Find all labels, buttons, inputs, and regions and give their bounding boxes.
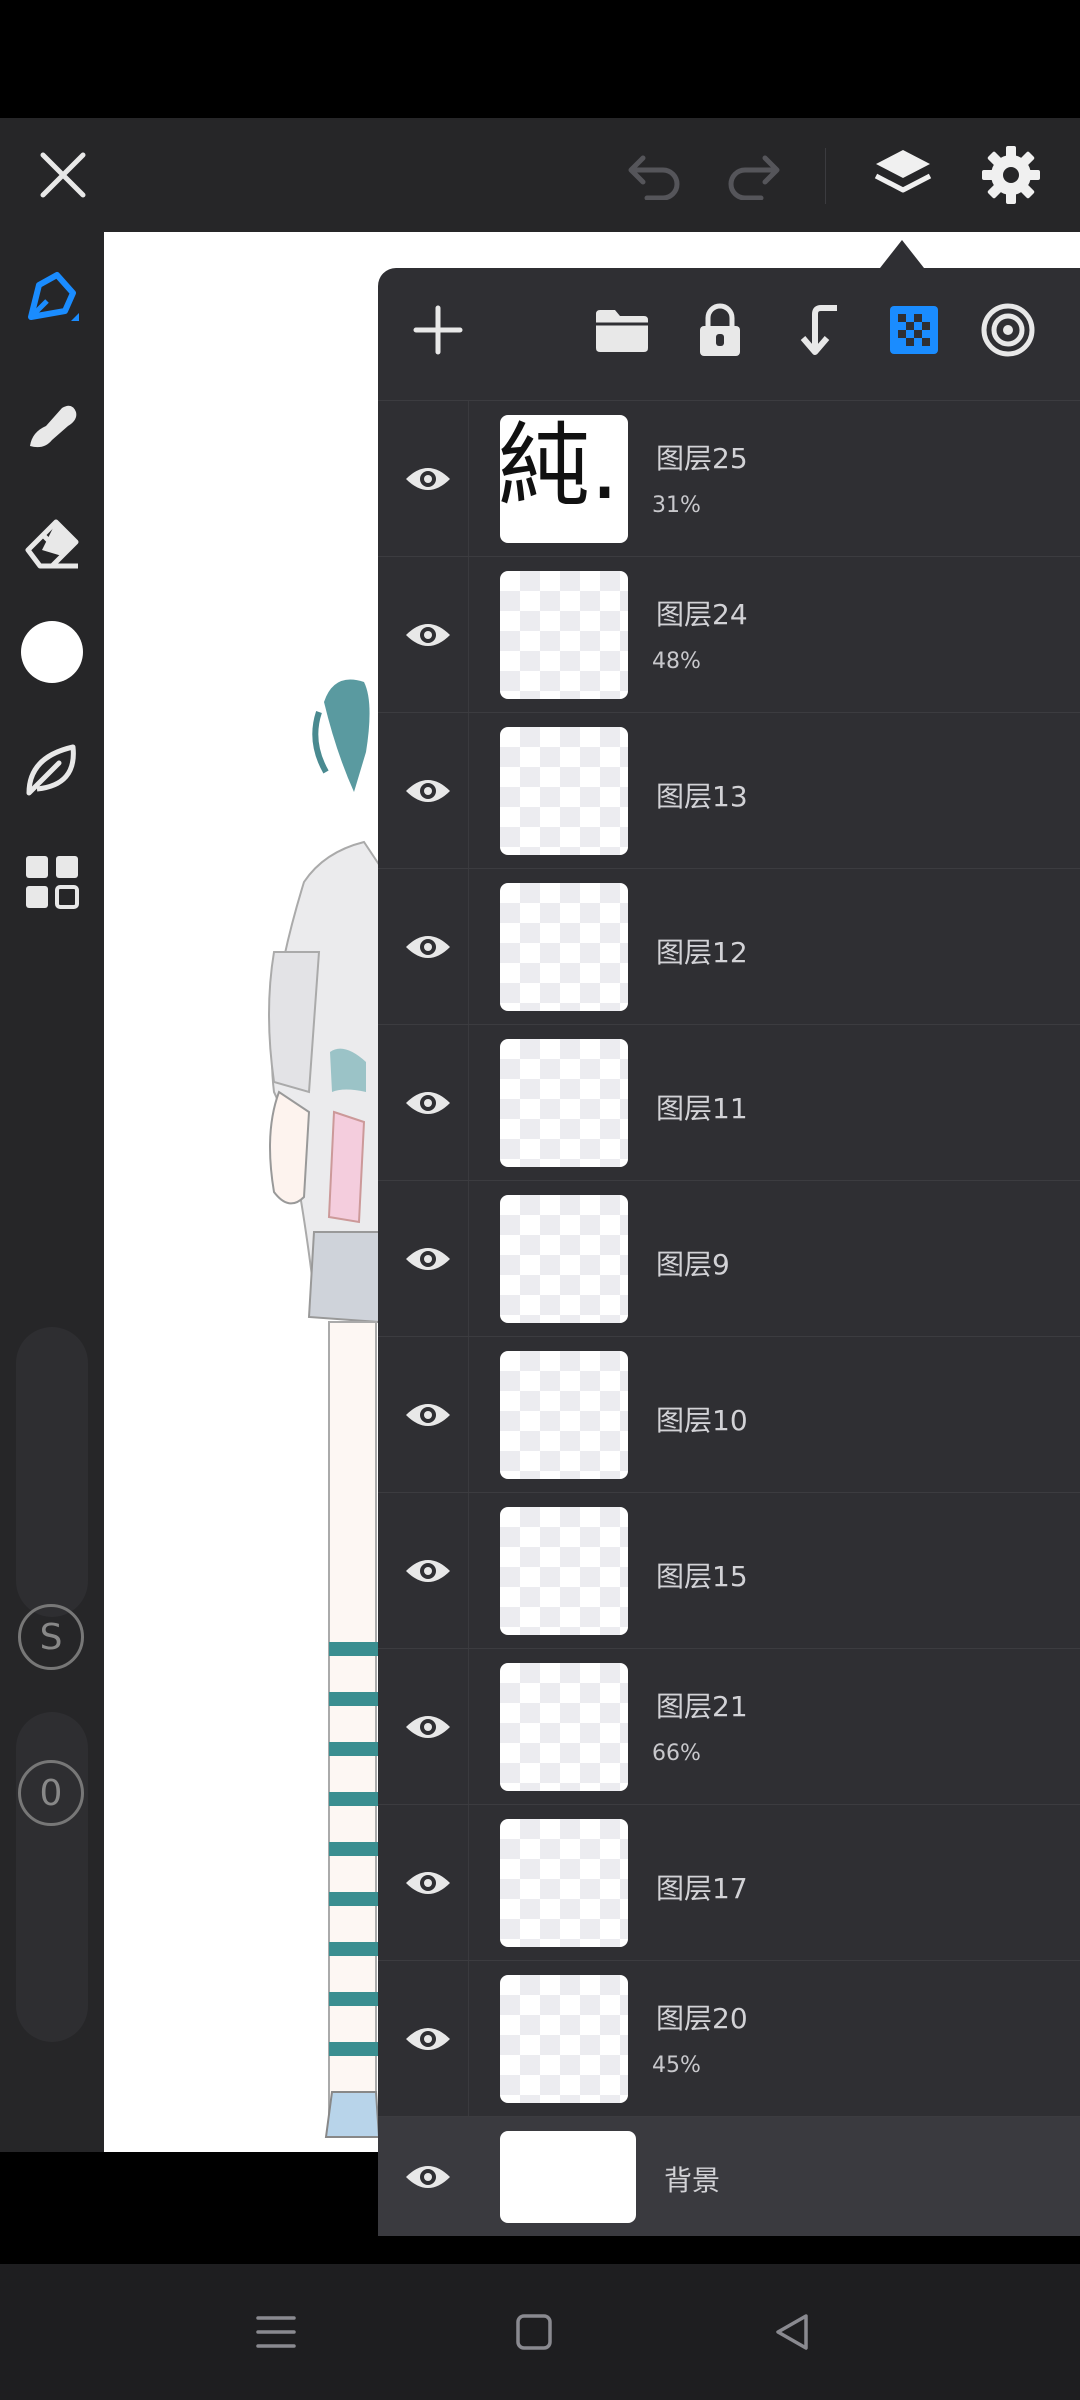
visibility-eye-icon[interactable] [398, 917, 458, 977]
layer-opacity: 31% [652, 493, 701, 518]
row-divider [468, 1025, 469, 1181]
color-swatch[interactable] [14, 614, 90, 690]
layer-name: 图层25 [656, 442, 748, 475]
row-divider [468, 1493, 469, 1649]
layer-thumbnail [500, 883, 628, 1011]
system-nav-bar [0, 2264, 1080, 2400]
layers-panel: 純. 图层25 31% 图层24 48% 图层13 图层12 图层11 图层9 图层10 图层15 图… [378, 268, 1080, 2236]
layer-row[interactable]: 純. 图层25 31% [378, 400, 1080, 557]
layer-row[interactable]: 图层21 66% [378, 1648, 1080, 1805]
background-thumbnail [500, 2131, 636, 2223]
target-icon[interactable] [976, 298, 1040, 362]
layer-name: 图层17 [656, 1872, 748, 1905]
row-divider [468, 401, 469, 557]
visibility-eye-icon[interactable] [398, 449, 458, 509]
layer-thumbnail [500, 571, 628, 699]
row-divider [468, 1181, 469, 1337]
layer-name: 图层12 [656, 936, 748, 969]
visibility-eye-icon[interactable] [398, 1073, 458, 1133]
left-toolbar: S 0 [0, 232, 104, 2152]
visibility-eye-icon[interactable] [398, 1385, 458, 1445]
visibility-eye-icon[interactable] [398, 605, 458, 665]
layer-row[interactable]: 图层17 [378, 1804, 1080, 1961]
visibility-eye-icon[interactable] [398, 2147, 458, 2207]
layers-icon[interactable] [868, 140, 938, 210]
layer-thumbnail [500, 1195, 628, 1323]
status-bar [0, 0, 1080, 118]
layer-row[interactable]: 图层9 [378, 1180, 1080, 1337]
gear-icon[interactable] [976, 140, 1046, 210]
leaf-icon[interactable] [14, 732, 90, 808]
back-icon[interactable] [762, 2302, 822, 2362]
layer-name: 背景 [664, 2164, 721, 2197]
layer-name: 图层20 [656, 2002, 748, 2035]
home-icon[interactable] [504, 2302, 564, 2362]
row-divider [468, 557, 469, 713]
layer-thumbnail [500, 1351, 628, 1479]
layer-row[interactable]: 图层15 [378, 1492, 1080, 1649]
layer-name: 图层10 [656, 1404, 748, 1437]
layer-thumbnail [500, 1507, 628, 1635]
close-icon[interactable] [28, 140, 98, 210]
row-divider [468, 1337, 469, 1493]
visibility-eye-icon[interactable] [398, 2009, 458, 2069]
layer-name: 图层15 [656, 1560, 748, 1593]
layers-panel-toolbar [378, 268, 1080, 390]
layer-row[interactable]: 图层12 [378, 868, 1080, 1025]
layer-row[interactable]: 图层11 [378, 1024, 1080, 1181]
layer-thumbnail [500, 1039, 628, 1167]
layer-row[interactable]: 图层10 [378, 1336, 1080, 1493]
opacity-button[interactable]: 0 [18, 1760, 84, 1826]
layer-name: 图层9 [656, 1248, 730, 1281]
eraser-icon[interactable] [14, 504, 90, 580]
layer-opacity: 48% [652, 649, 701, 674]
layer-opacity: 45% [652, 2053, 701, 2078]
layer-thumbnail-text: 純. [500, 415, 620, 520]
layer-name: 图层13 [656, 780, 748, 813]
layer-name: 图层11 [656, 1092, 748, 1125]
layer-thumbnail [500, 1819, 628, 1947]
layer-row[interactable]: 图层13 [378, 712, 1080, 869]
size-button[interactable]: S [18, 1604, 84, 1670]
row-divider [468, 713, 469, 869]
redo-icon[interactable] [718, 140, 788, 210]
lock-icon[interactable] [688, 298, 752, 362]
brush-size-slider[interactable] [16, 1327, 88, 1617]
row-divider [468, 869, 469, 1025]
visibility-eye-icon[interactable] [398, 1853, 458, 1913]
layer-name: 图层21 [656, 1690, 748, 1723]
layer-opacity: 66% [652, 1741, 701, 1766]
undo-icon[interactable] [620, 140, 690, 210]
toolbar-divider [825, 148, 826, 204]
pen-icon[interactable] [14, 262, 90, 338]
checker-icon[interactable] [882, 298, 946, 362]
merge-down-icon[interactable] [786, 298, 850, 362]
layer-thumbnail [500, 1975, 628, 2103]
layer-thumbnail [500, 1663, 628, 1791]
grid-icon[interactable] [14, 844, 90, 920]
row-divider [468, 1805, 469, 1961]
row-divider [468, 1649, 469, 1805]
layer-row[interactable]: 图层24 48% [378, 556, 1080, 713]
visibility-eye-icon[interactable] [398, 761, 458, 821]
panel-pointer [880, 240, 924, 268]
visibility-eye-icon[interactable] [398, 1229, 458, 1289]
smudge-icon[interactable] [14, 388, 90, 464]
folder-icon[interactable] [590, 298, 654, 362]
menu-icon[interactable] [246, 2302, 306, 2362]
visibility-eye-icon[interactable] [398, 1541, 458, 1601]
layer-name: 图层24 [656, 598, 748, 631]
add-layer-icon[interactable] [406, 298, 470, 362]
row-divider [468, 1961, 469, 2117]
layer-thumbnail: 純. [500, 415, 628, 543]
layer-row[interactable]: 图层20 45% [378, 1960, 1080, 2117]
top-toolbar [0, 118, 1080, 232]
visibility-eye-icon[interactable] [398, 1697, 458, 1757]
layer-thumbnail [500, 727, 628, 855]
background-layer-row[interactable]: 背景 [378, 2116, 1080, 2236]
